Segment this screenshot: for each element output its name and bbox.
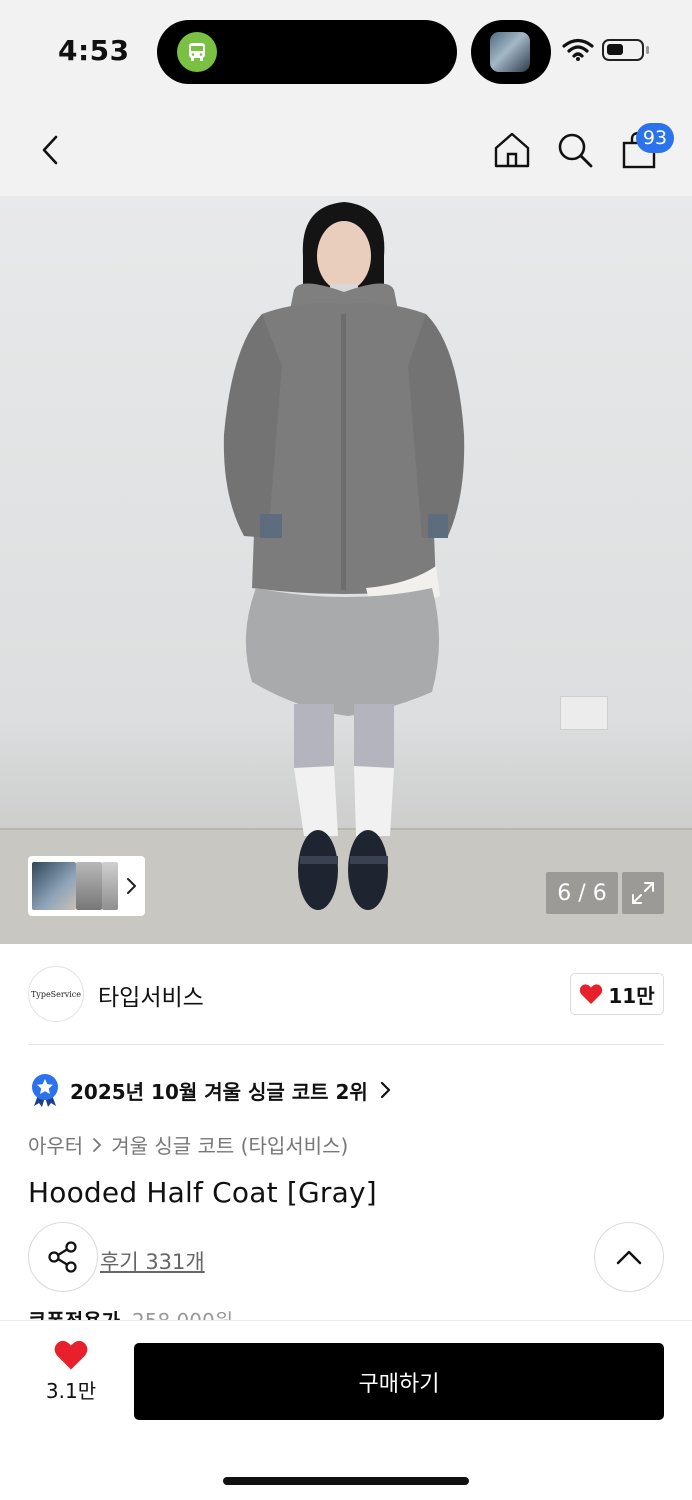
wifi-icon [562, 38, 594, 66]
chevron-right-icon [380, 1081, 390, 1099]
chevron-right-icon [93, 1137, 102, 1152]
search-button[interactable] [553, 128, 597, 172]
brand-like-count: 11만 [608, 983, 655, 1008]
image-counter: 6 / 6 [546, 872, 618, 914]
expand-icon [632, 882, 654, 904]
product-title: Hooded Half Coat [Gray] [28, 1176, 377, 1209]
battery-icon [602, 39, 644, 61]
breadcrumb-item[interactable]: 아우터 [28, 1130, 83, 1159]
wishlist-count: 3.1만 [45, 1379, 97, 1403]
model-figure [223, 202, 465, 910]
heart-icon [54, 1340, 88, 1370]
breadcrumb: 아우터 겨울 싱글 코트 (타입서비스) [28, 1130, 348, 1159]
bottom-action-bar: 3.1만 구매하기 [0, 1320, 692, 1500]
back-button[interactable] [28, 128, 72, 172]
heart-icon [580, 984, 603, 1004]
gallery-thumbnail [102, 862, 118, 910]
brand-logo[interactable]: TypeService [28, 966, 84, 1022]
media-thumbnail [490, 32, 530, 72]
gallery-thumbnail [32, 862, 76, 910]
status-bar: 4:53 [0, 0, 692, 104]
bus-icon [177, 32, 217, 72]
top-nav-bar [0, 104, 692, 196]
chevron-up-icon [616, 1250, 642, 1265]
gallery-thumbnail-strip[interactable] [28, 856, 145, 916]
brand-like-button[interactable]: 11만 [570, 973, 664, 1015]
dynamic-island-activity[interactable] [157, 20, 457, 84]
share-icon [48, 1241, 77, 1273]
wishlist-button[interactable]: 3.1만 [36, 1339, 106, 1419]
ranking-link[interactable]: 2025년 10월 겨울 싱글 코트 2위 [30, 1072, 392, 1108]
share-button[interactable] [28, 1222, 98, 1292]
price-row: 쿠폰적용가 258,000원 [28, 1306, 233, 1320]
dynamic-island-media[interactable] [471, 20, 551, 84]
home-button[interactable] [490, 128, 534, 172]
scroll-top-button[interactable] [594, 1222, 664, 1292]
home-indicator [223, 1477, 469, 1485]
price-value: 258,000원 [132, 1306, 233, 1320]
brand-logo-text: TypeService [30, 989, 82, 999]
home-icon [494, 132, 530, 168]
cart-count-badge: 93 [636, 123, 674, 153]
review-link[interactable]: 후기 331개 [100, 1246, 205, 1276]
status-time: 4:53 [58, 34, 130, 67]
product-image[interactable]: 6 / 6 [0, 196, 692, 944]
divider [28, 1044, 664, 1045]
gallery-thumbnail [76, 862, 102, 910]
brand-name[interactable]: 타입서비스 [98, 978, 204, 1012]
chevron-right-icon [127, 878, 136, 894]
ranking-badge-icon [32, 1074, 58, 1107]
price-label: 쿠폰적용가 [28, 1306, 120, 1320]
expand-button[interactable] [622, 872, 664, 914]
breadcrumb-item[interactable]: 겨울 싱글 코트 (타입서비스) [111, 1130, 348, 1159]
buy-button[interactable]: 구매하기 [134, 1343, 664, 1420]
chevron-left-icon [42, 135, 58, 165]
search-icon [558, 133, 593, 168]
ranking-text: 2025년 10월 겨울 싱글 코트 2위 [70, 1079, 368, 1104]
